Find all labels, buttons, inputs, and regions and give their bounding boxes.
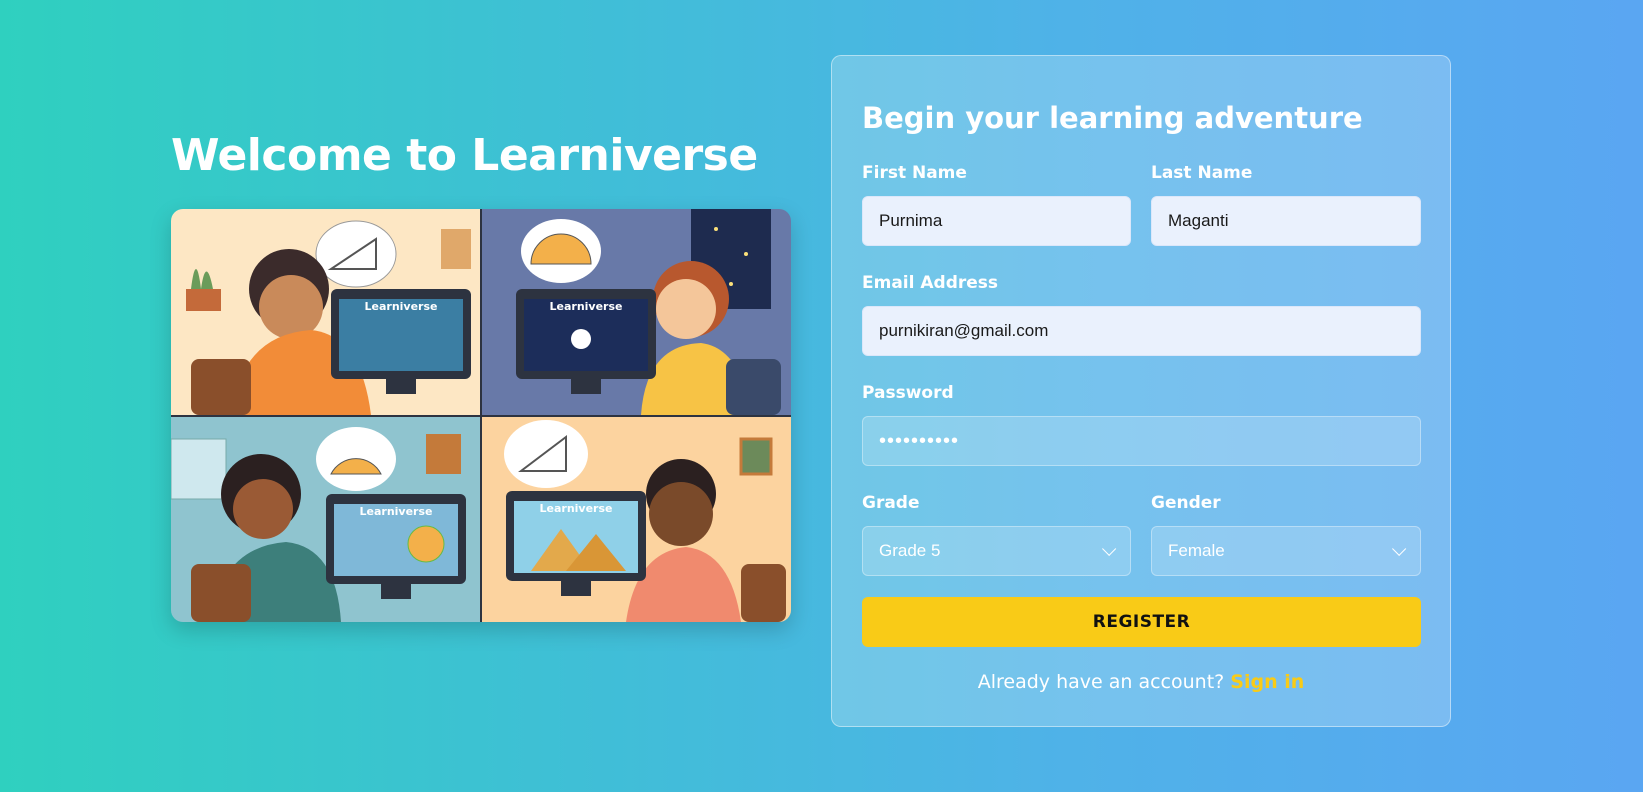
signin-link[interactable]: Sign in (1230, 671, 1304, 693)
grade-select[interactable]: Grade 5 (862, 526, 1131, 576)
q1-screen-label: Learniverse (365, 300, 438, 313)
signin-prompt: Already have an account? (977, 671, 1225, 693)
gender-label: Gender (1151, 493, 1221, 513)
register-card: Begin your learning adventure First Name… (831, 55, 1451, 727)
last-name-label: Last Name (1151, 163, 1253, 183)
password-input[interactable]: •••••••••• (862, 416, 1421, 466)
q3-screen-label: Learniverse (360, 505, 433, 518)
password-label: Password (862, 383, 954, 403)
grade-label: Grade (862, 493, 920, 513)
welcome-title: Welcome to Learniverse (171, 130, 758, 181)
q2-screen-label: Learniverse (550, 300, 623, 313)
email-label: Email Address (862, 273, 999, 293)
hero-illustration: Learniverse Learniverse Learniverse Lear… (171, 209, 791, 622)
gender-value: Female (1168, 541, 1225, 560)
signin-prompt-row: Already have an account? Sign in (832, 671, 1450, 693)
chevron-down-icon (1102, 541, 1117, 556)
chevron-down-icon (1392, 541, 1407, 556)
last-name-input[interactable]: Maganti (1151, 196, 1421, 246)
grade-value: Grade 5 (879, 541, 941, 560)
email-input[interactable]: purnikiran@gmail.com (862, 306, 1421, 356)
register-button[interactable]: REGISTER (862, 597, 1421, 647)
first-name-input[interactable]: Purnima (862, 196, 1131, 246)
first-name-label: First Name (862, 163, 967, 183)
form-heading: Begin your learning adventure (862, 101, 1363, 135)
q4-screen-label: Learniverse (540, 502, 613, 515)
gender-select[interactable]: Female (1151, 526, 1421, 576)
